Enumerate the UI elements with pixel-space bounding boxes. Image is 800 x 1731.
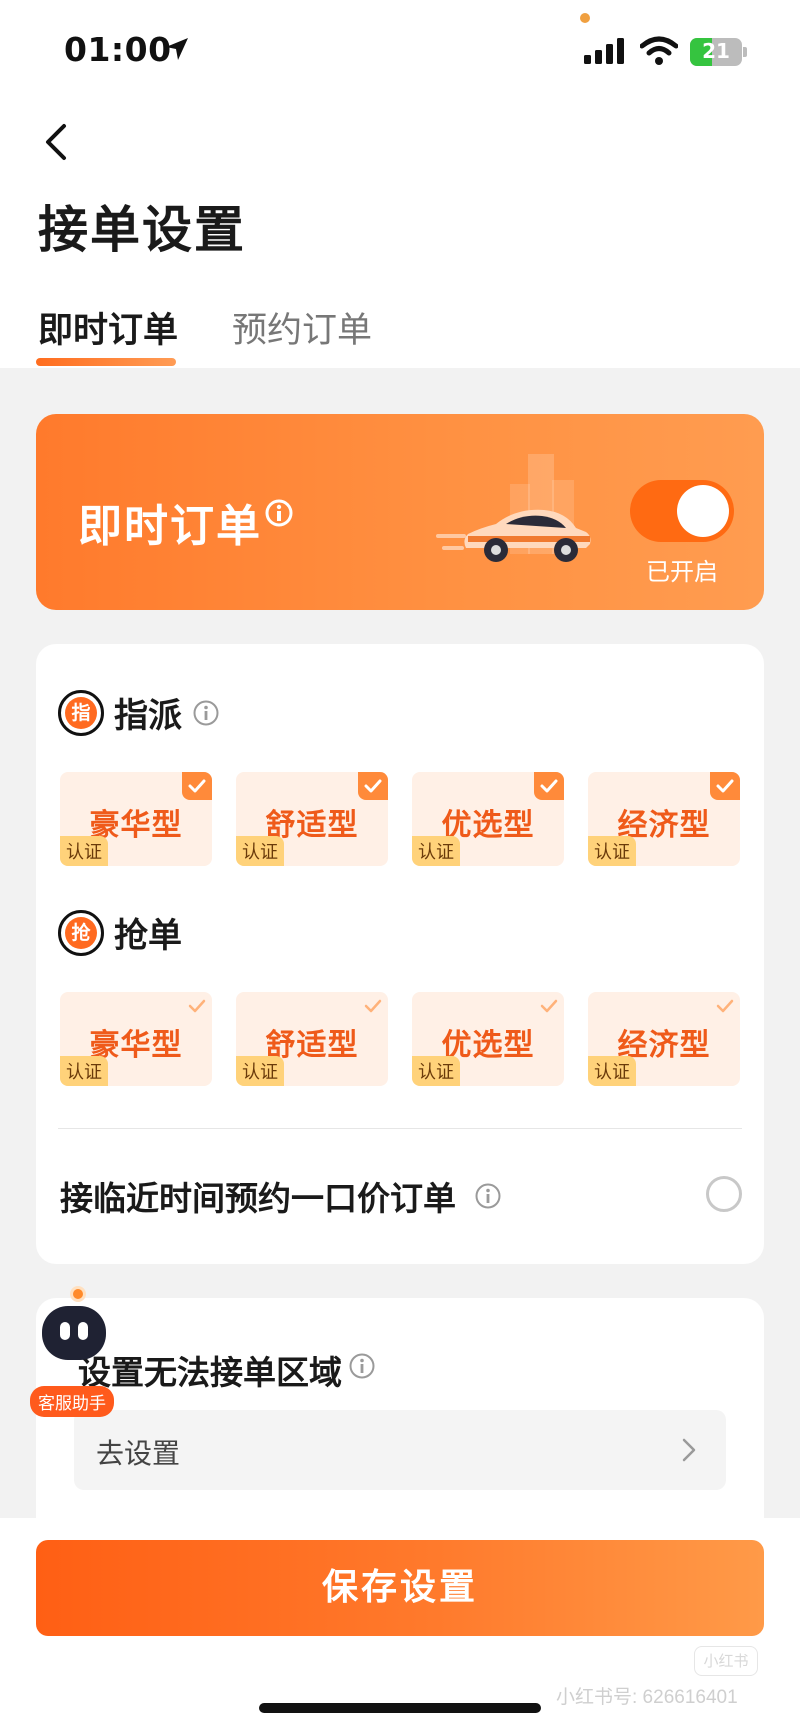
toggle-status-label: 已开启 bbox=[646, 558, 718, 586]
robot-antenna-icon bbox=[70, 1286, 86, 1302]
location-arrow-icon bbox=[166, 38, 188, 60]
grab-title: 抢单 bbox=[114, 916, 182, 956]
checkmark-icon bbox=[710, 772, 740, 800]
grab-option-comfort[interactable]: 舒适型 认证 bbox=[236, 992, 388, 1086]
checkmark-icon bbox=[534, 772, 564, 800]
back-chevron-icon[interactable] bbox=[38, 120, 74, 164]
privacy-indicator-dot bbox=[580, 13, 590, 23]
customer-service-assistant[interactable]: 客服助手 bbox=[30, 1282, 126, 1417]
certified-tag: 认证 bbox=[588, 1056, 636, 1086]
instant-order-toggle[interactable] bbox=[630, 480, 734, 542]
checkmark-icon bbox=[364, 999, 382, 1013]
fixed-price-option-row[interactable]: 接临近时间预约一口价订单 bbox=[60, 1172, 742, 1220]
grab-options: 豪华型 认证 舒适型 认证 优选型 认证 经济型 认证 bbox=[60, 992, 740, 1086]
banner-title: 即时订单 bbox=[78, 501, 262, 552]
car-city-illustration bbox=[436, 454, 591, 562]
fixed-price-radio[interactable] bbox=[706, 1176, 742, 1212]
divider bbox=[58, 1128, 742, 1129]
tab-instant-orders[interactable]: 即时订单 bbox=[38, 302, 178, 353]
info-icon[interactable] bbox=[192, 699, 220, 727]
go-settings-label: 去设置 bbox=[96, 1437, 181, 1470]
checkmark-icon bbox=[716, 999, 734, 1013]
checkmark-icon bbox=[182, 772, 212, 800]
battery-cap bbox=[743, 47, 747, 57]
order-type-card: 指 指派 豪华型 认证 舒适型 认证 优选型 认证 经济型 认证 抢 抢单 豪华… bbox=[36, 644, 764, 1264]
grab-badge-icon: 抢 bbox=[58, 909, 104, 956]
info-icon[interactable] bbox=[264, 498, 294, 528]
watermark-logo: 小红书 bbox=[694, 1646, 758, 1676]
save-settings-button[interactable]: 保存设置 bbox=[36, 1540, 764, 1636]
checkmark-icon bbox=[188, 999, 206, 1013]
certified-tag: 认证 bbox=[236, 1056, 284, 1086]
robot-icon bbox=[42, 1306, 106, 1360]
certified-tag: 认证 bbox=[412, 836, 460, 866]
certified-tag: 认证 bbox=[412, 1056, 460, 1086]
go-settings-row[interactable]: 去设置 bbox=[74, 1410, 726, 1490]
robot-eye bbox=[78, 1322, 88, 1340]
info-icon[interactable] bbox=[348, 1352, 376, 1380]
battery-percent: 21 bbox=[702, 39, 730, 63]
info-icon[interactable] bbox=[474, 1182, 502, 1210]
fixed-price-option-label: 接临近时间预约一口价订单 bbox=[60, 1179, 456, 1218]
tab-reserved-orders[interactable]: 预约订单 bbox=[232, 302, 372, 353]
toggle-knob bbox=[677, 485, 729, 537]
checkmark-icon bbox=[540, 999, 558, 1013]
certified-tag: 认证 bbox=[236, 836, 284, 866]
assistant-label: 客服助手 bbox=[30, 1386, 114, 1417]
certified-tag: 认证 bbox=[60, 1056, 108, 1086]
chevron-right-icon bbox=[682, 1438, 696, 1462]
page-title: 接单设置 bbox=[38, 201, 246, 259]
certified-tag: 认证 bbox=[588, 836, 636, 866]
certified-tag: 认证 bbox=[60, 836, 108, 866]
dispatch-option-select[interactable]: 优选型 认证 bbox=[412, 772, 564, 866]
home-indicator[interactable] bbox=[259, 1703, 541, 1713]
dispatch-option-luxury[interactable]: 豪华型 认证 bbox=[60, 772, 212, 866]
robot-eye bbox=[60, 1322, 70, 1340]
signal-bars-icon bbox=[584, 38, 624, 64]
status-time: 01:00 bbox=[64, 30, 172, 69]
grab-option-luxury[interactable]: 豪华型 认证 bbox=[60, 992, 212, 1086]
dispatch-badge-text: 指 bbox=[65, 696, 97, 729]
dispatch-option-comfort[interactable]: 舒适型 认证 bbox=[236, 772, 388, 866]
watermark-text: 小红书号: 626616401 bbox=[556, 1687, 738, 1708]
dispatch-badge-icon: 指 bbox=[58, 689, 104, 736]
active-tab-indicator bbox=[36, 358, 176, 366]
checkmark-icon bbox=[358, 772, 388, 800]
grab-badge-text: 抢 bbox=[65, 916, 97, 949]
instant-order-banner: 即时订单 已开启 bbox=[36, 414, 764, 610]
dispatch-title: 指派 bbox=[114, 696, 182, 736]
dispatch-section-header: 指 指派 bbox=[58, 688, 220, 737]
battery-icon: 21 bbox=[690, 38, 742, 66]
dispatch-options: 豪华型 认证 舒适型 认证 优选型 认证 经济型 认证 bbox=[60, 772, 740, 866]
dispatch-option-economy[interactable]: 经济型 认证 bbox=[588, 772, 740, 866]
wifi-icon bbox=[640, 36, 678, 65]
grab-option-economy[interactable]: 经济型 认证 bbox=[588, 992, 740, 1086]
grab-option-select[interactable]: 优选型 认证 bbox=[412, 992, 564, 1086]
grab-section-header: 抢 抢单 bbox=[58, 908, 182, 957]
